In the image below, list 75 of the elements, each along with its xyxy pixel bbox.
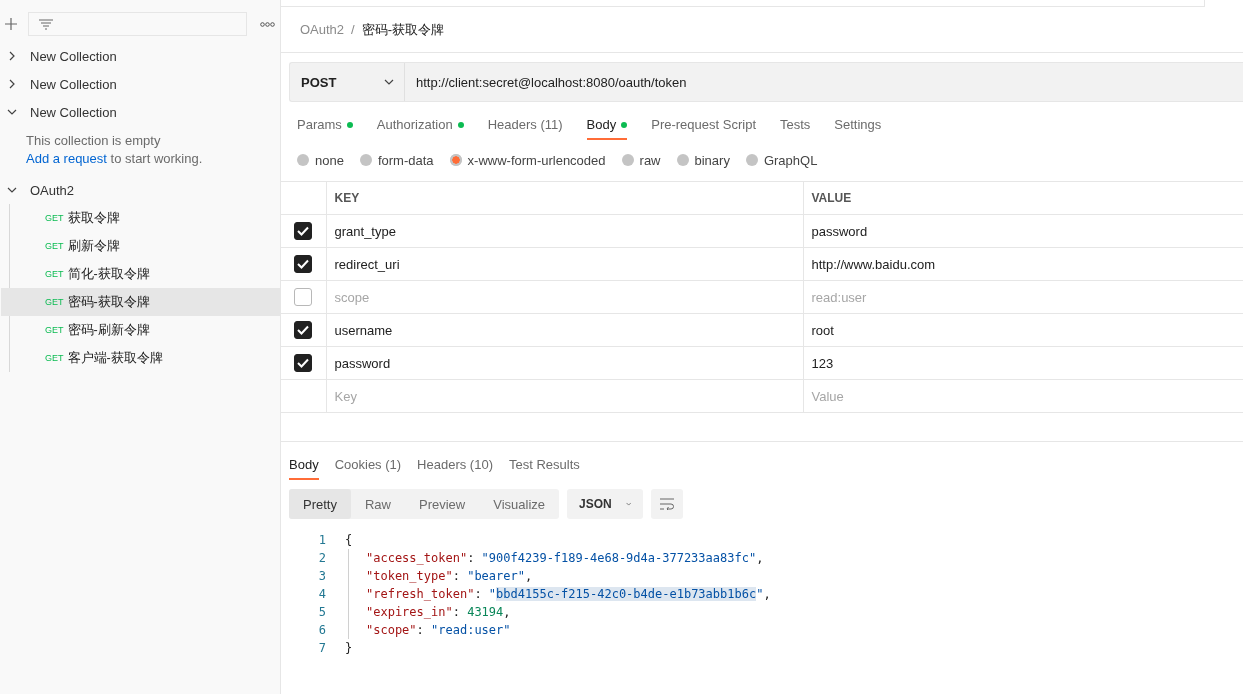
- wrap-lines-button[interactable]: [651, 489, 684, 519]
- empty-hint: Add a request to start working.: [26, 150, 204, 168]
- line-number: 3: [317, 568, 326, 585]
- view-mode-tab[interactable]: Visualize: [479, 489, 560, 519]
- collection-item[interactable]: New Collection: [0, 42, 280, 70]
- request-tab[interactable]: Params: [297, 110, 353, 140]
- chevron-down-icon: [7, 108, 17, 116]
- request-item[interactable]: GET 密码-获取令牌: [1, 288, 280, 316]
- code-line: {: [345, 533, 353, 547]
- plus-icon[interactable]: [5, 18, 17, 30]
- code-line: "refresh_token": "bbd4155c-f215-42c0-b4de-e1b73abb1b6c",: [366, 587, 771, 601]
- request-tab[interactable]: Headers (11): [487, 110, 563, 140]
- response-tab[interactable]: Headers (10): [417, 449, 493, 480]
- add-request-link[interactable]: Add a request: [26, 151, 107, 166]
- empty-message: This collection is empty: [26, 132, 162, 150]
- request-item[interactable]: GET 简化-获取令牌: [10, 260, 280, 288]
- line-number: 7: [317, 640, 326, 657]
- request-title: 密码-获取令牌: [361, 20, 445, 39]
- request-item[interactable]: GET 密码-刷新令牌: [10, 316, 280, 344]
- code-line: }: [345, 641, 353, 655]
- request-tab[interactable]: Settings: [834, 110, 882, 140]
- more-icon[interactable]: [260, 21, 275, 27]
- table-cell: scope: [326, 280, 803, 314]
- chevron-right-icon: [7, 51, 17, 61]
- collection-item[interactable]: New Collection: [0, 98, 280, 126]
- body-type-radio[interactable]: GraphQL: [745, 152, 818, 168]
- table-cell: grant_type: [326, 214, 803, 248]
- chevron-down-icon: [625, 500, 632, 508]
- code-line: "access_token": "900f4239-f189-4e68-9d4a-377233aa83fc",: [366, 551, 764, 565]
- breadcrumb-link[interactable]: OAuth2: [300, 22, 345, 37]
- table-cell: username: [326, 313, 803, 347]
- checkbox[interactable]: [294, 255, 313, 273]
- column-header: VALUE: [803, 181, 1243, 215]
- filter-field[interactable]: [28, 12, 247, 36]
- chevron-down-icon: [7, 186, 17, 194]
- collection-item[interactable]: OAuth2: [0, 176, 280, 204]
- response-tab[interactable]: Test Results: [509, 449, 580, 480]
- filter-icon: [39, 18, 53, 30]
- checkbox[interactable]: [294, 321, 313, 339]
- view-mode-tab[interactable]: Raw: [350, 489, 405, 519]
- code-line: "token_type": "bearer",: [366, 569, 533, 583]
- request-tab[interactable]: Pre-request Script: [651, 110, 756, 140]
- body-type-radio[interactable]: binary: [676, 152, 730, 168]
- response-tab[interactable]: Cookies (1): [334, 449, 402, 480]
- code-line: "expires_in": 43194,: [366, 605, 511, 619]
- view-mode-tab[interactable]: Preview: [405, 489, 480, 519]
- line-number: 1: [317, 532, 326, 549]
- body-type-radio[interactable]: none: [297, 152, 344, 168]
- collection-item[interactable]: New Collection: [0, 70, 280, 98]
- table-cell: password: [326, 346, 803, 380]
- body-type-radio[interactable]: form-data: [359, 152, 434, 168]
- response-tab[interactable]: Body: [289, 449, 319, 480]
- checkbox[interactable]: [294, 222, 313, 240]
- checkbox[interactable]: [294, 354, 313, 372]
- wrap-lines-icon: [659, 498, 676, 510]
- body-type-radio[interactable]: raw: [621, 152, 661, 168]
- request-item[interactable]: GET 刷新令牌: [10, 232, 280, 260]
- column-header: KEY: [326, 181, 803, 215]
- line-number: 4: [317, 586, 326, 603]
- request-tab[interactable]: Body: [586, 110, 628, 140]
- line-number: 2: [317, 550, 326, 567]
- format-dropdown[interactable]: JSON: [567, 489, 644, 519]
- view-mode-tab[interactable]: Pretty: [289, 489, 351, 519]
- body-type-radio[interactable]: x-www-form-urlencoded: [449, 152, 606, 168]
- request-item[interactable]: GET 客户端-获取令牌: [10, 344, 280, 372]
- line-number: 6: [317, 622, 326, 639]
- chevron-right-icon: [7, 79, 17, 89]
- request-tab[interactable]: Authorization: [376, 110, 464, 140]
- request-item[interactable]: GET 获取令牌: [10, 204, 280, 232]
- table-cell: redirect_uri: [326, 247, 803, 281]
- line-number: 5: [317, 604, 326, 621]
- breadcrumb-separator: /: [351, 22, 355, 37]
- code-line: "scope": "read:user": [366, 623, 511, 637]
- request-tab[interactable]: Tests: [780, 110, 811, 140]
- checkbox[interactable]: [294, 288, 313, 306]
